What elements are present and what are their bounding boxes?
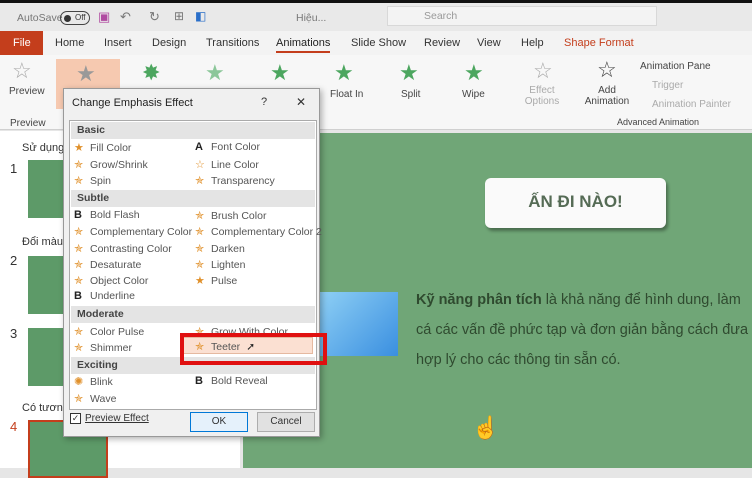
animation-painter-button: Animation Painter	[652, 99, 731, 110]
close-button[interactable]: ✕	[296, 95, 306, 109]
slide-number: 1	[10, 161, 18, 176]
slide-number: 4	[10, 419, 18, 434]
split-icon[interactable]: ★	[399, 60, 419, 86]
effect-lighten[interactable]: ✯ Lighten	[195, 258, 245, 271]
effect-complementary-color[interactable]: ✯ Complementary Color	[74, 225, 192, 238]
effect-blink[interactable]: ✺ Blink	[74, 375, 113, 388]
tab-home[interactable]: Home	[55, 37, 84, 49]
effect-shimmer[interactable]: ✯ Shimmer	[74, 341, 132, 354]
save-icon[interactable]: ▣	[98, 9, 110, 25]
effect-complementary-color-2[interactable]: ✯ Complementary Color 2	[195, 225, 322, 238]
slide-number: 2	[10, 253, 18, 268]
effect-icon[interactable]: ★	[205, 60, 225, 86]
preview-effect-checkbox[interactable]: ✓	[70, 413, 81, 424]
effect-fill-color[interactable]: ★ Fill Color	[74, 141, 131, 154]
effect-object-color[interactable]: ✯ Object Color	[74, 274, 148, 287]
title-bar: AutoSave Off ▣ ↶ ↻ ⊞ ◧ Hiệu... Search	[0, 0, 752, 31]
ok-button[interactable]: OK	[190, 412, 248, 432]
tab-animations[interactable]: Animations	[276, 37, 331, 53]
effect-wipe[interactable]: Wipe	[462, 89, 485, 100]
effect-desaturate[interactable]: ✯ Desaturate	[74, 258, 141, 271]
float-in-icon[interactable]: ★	[334, 60, 354, 86]
tab-view[interactable]: View	[477, 37, 501, 49]
section-basic: Basic	[71, 122, 315, 139]
help-button[interactable]: ?	[261, 96, 267, 108]
section-moderate: Moderate	[71, 306, 315, 323]
tab-transitions[interactable]: Transitions	[206, 37, 259, 49]
effect-list[interactable]: Basic ★ Fill Color A Font Color ✯ Grow/Shri…	[69, 120, 322, 410]
layout-icon[interactable]: ◧	[195, 9, 206, 23]
animation-pane-button[interactable]: Animation Pane	[640, 61, 711, 72]
tab-slide-show[interactable]: Slide Show	[351, 37, 406, 49]
highlight-annotation-box	[180, 333, 327, 365]
effect-font-color[interactable]: A Font Color	[195, 141, 260, 153]
dialog-title: Change Emphasis Effect	[72, 97, 193, 109]
tab-review[interactable]: Review	[424, 37, 460, 49]
bold-text: Kỹ năng phân tích	[416, 292, 542, 308]
preview-effect-label[interactable]: Preview Effect	[85, 413, 149, 424]
text-line: là khả năng để hình dung, làm	[541, 292, 741, 308]
effect-bold-flash[interactable]: B Bold Flash	[74, 209, 140, 221]
effect-split[interactable]: Split	[401, 89, 420, 100]
ribbon-tabs: File Home Insert Design Transitions Anim…	[0, 31, 752, 55]
slide-button-shape[interactable]: ẤN ĐI NÀO!	[485, 178, 666, 228]
tab-help[interactable]: Help	[521, 37, 544, 49]
slide-number: 3	[10, 326, 18, 341]
effect-wave[interactable]: ✯ Wave	[74, 392, 116, 405]
effect-brush-color[interactable]: ✯ Brush Color	[195, 209, 266, 222]
tab-design[interactable]: Design	[152, 37, 186, 49]
analytics-illustration[interactable]	[318, 292, 398, 356]
tab-insert[interactable]: Insert	[104, 37, 132, 49]
cancel-button[interactable]: Cancel	[257, 412, 315, 432]
section-label[interactable]: Đổi màu	[22, 236, 63, 248]
autosave-label: AutoSave	[17, 12, 63, 24]
effect-grow-shrink[interactable]: ✯ Grow/Shrink	[74, 158, 148, 171]
add-animation-button[interactable]: Add Animation	[582, 85, 632, 107]
effect-bold-reveal[interactable]: B Bold Reveal	[195, 375, 268, 387]
trigger-button: Trigger	[652, 80, 684, 91]
change-emphasis-effect-dialog: Change Emphasis Effect ? ✕ Basic ★ Fill C…	[63, 88, 322, 437]
preview-button[interactable]: Preview	[9, 86, 45, 97]
effect-spin[interactable]: ✯ Spin	[74, 174, 111, 187]
undo-icon[interactable]: ↶	[120, 9, 131, 25]
file-name[interactable]: Hiệu...	[296, 12, 326, 24]
redo-icon[interactable]: ↻	[149, 9, 160, 25]
section-label[interactable]: Có tương	[22, 402, 69, 414]
effect-icon[interactable]: ✸	[142, 60, 160, 86]
effect-pulse[interactable]: ★ Pulse	[195, 274, 237, 287]
advanced-group-label: Advanced Animation	[617, 117, 700, 127]
preview-icon[interactable]: ☆	[12, 58, 32, 84]
effect-line-color[interactable]: ☆ Line Color	[195, 158, 259, 171]
effect-float-in[interactable]: Float In	[330, 89, 363, 100]
effect-options-icon[interactable]: ☆	[533, 58, 553, 84]
text-line: hợp lý cho các thông tin sẵn có.	[416, 352, 621, 368]
effect-icon[interactable]: ★	[270, 60, 290, 86]
effect-underline[interactable]: B Underline	[74, 290, 135, 302]
search-input[interactable]: Search	[387, 6, 657, 26]
present-icon[interactable]: ⊞	[174, 9, 184, 23]
effect-color-pulse[interactable]: ✯ Color Pulse	[74, 325, 144, 338]
effect-darken[interactable]: ✯ Darken	[195, 242, 245, 255]
preview-group-label: Preview	[10, 118, 46, 129]
autosave-toggle[interactable]: Off	[60, 11, 90, 25]
hand-cursor-icon: ☝	[472, 415, 500, 440]
tab-file[interactable]: File	[0, 31, 43, 55]
effect-contrasting-color[interactable]: ✯ Contrasting Color	[74, 242, 172, 255]
add-animation-icon[interactable]: ☆	[597, 57, 617, 83]
section-subtle: Subtle	[71, 190, 315, 207]
wipe-icon[interactable]: ★	[464, 60, 484, 86]
effect-transparency[interactable]: ✯ Transparency	[195, 174, 275, 187]
text-line: cá các vấn đề phức tạp và đơn giản bằng …	[416, 322, 749, 338]
slide-body-text[interactable]: Kỹ năng phân tích là khả năng để hình du…	[416, 285, 752, 375]
effect-options-button[interactable]: Effect Options	[522, 85, 562, 107]
tab-shape-format[interactable]: Shape Format	[564, 37, 634, 49]
